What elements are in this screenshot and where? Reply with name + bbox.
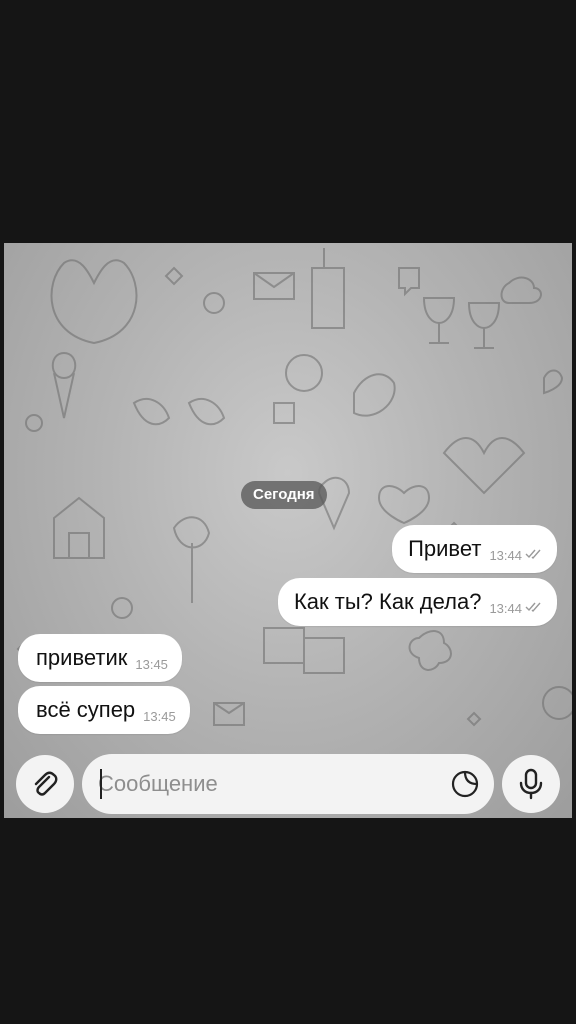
message-text: приветик (36, 645, 128, 670)
message-composer[interactable] (82, 754, 494, 814)
message-time: 13:45 (135, 657, 168, 672)
message-time: 13:44 (489, 548, 522, 563)
paperclip-icon (34, 771, 58, 796)
voice-record-button[interactable] (502, 755, 560, 813)
sticker-icon[interactable] (450, 769, 480, 799)
microphone-icon (519, 768, 543, 800)
message-text: всё супер (36, 697, 136, 722)
text-caret (100, 769, 102, 799)
message-time: 13:44 (489, 601, 522, 616)
date-separator: Сегодня (241, 481, 327, 509)
attach-button[interactable] (16, 755, 74, 813)
message-outgoing[interactable]: Как ты? Как дела? 13:44 (277, 578, 557, 626)
message-time: 13:45 (143, 709, 176, 724)
message-text: Привет (408, 536, 482, 561)
message-outgoing[interactable]: Привет 13:44 (392, 525, 557, 573)
message-incoming[interactable]: всё супер 13:45 (18, 686, 190, 734)
message-text: Как ты? Как дела? (293, 589, 482, 614)
chat-screen: Сегодня Привет 13:44 Как ты? Как дела? 13:… (4, 243, 572, 818)
message-incoming[interactable]: приветик 13:45 (18, 634, 182, 682)
double-check-icon (525, 549, 541, 560)
double-check-icon (525, 602, 541, 613)
message-input[interactable] (98, 766, 438, 802)
